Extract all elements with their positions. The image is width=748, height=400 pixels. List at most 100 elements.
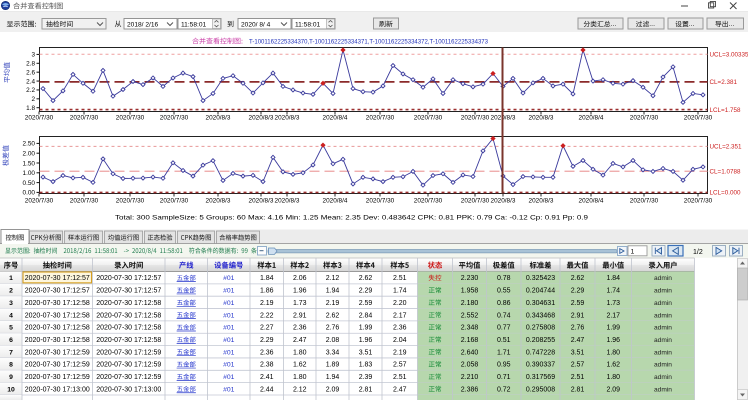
svg-text:9: 9 xyxy=(9,374,13,381)
svg-text:2.47: 2.47 xyxy=(393,386,407,393)
svg-text:2.04: 2.04 xyxy=(393,337,407,344)
svg-text:0.317569: 0.317569 xyxy=(526,374,555,381)
svg-text:1.80: 1.80 xyxy=(606,374,620,381)
svg-text:2020-07-30 17:12:58: 2020-07-30 17:12:58 xyxy=(25,325,90,332)
svg-text:1.84: 1.84 xyxy=(606,275,620,282)
svg-text:LCL=0.000: LCL=0.000 xyxy=(710,190,741,197)
svg-text:2.36: 2.36 xyxy=(293,325,307,332)
svg-text:2020/7/30: 2020/7/30 xyxy=(630,115,659,122)
svg-text:0.95: 0.95 xyxy=(497,362,511,369)
svg-text:2.36: 2.36 xyxy=(393,325,407,332)
svg-text:2.20: 2.20 xyxy=(393,300,407,307)
svg-text:2.76: 2.76 xyxy=(326,325,340,332)
svg-text:1.62: 1.62 xyxy=(293,362,307,369)
svg-text:...: ... xyxy=(729,21,735,28)
svg-text:0.390337: 0.390337 xyxy=(526,362,555,369)
svg-text:2.230: 2.230 xyxy=(461,275,479,282)
svg-text:1.94: 1.94 xyxy=(326,288,340,295)
svg-text:2020/8/3: 2020/8/3 xyxy=(249,198,274,205)
svg-text:2.62: 2.62 xyxy=(359,275,373,282)
svg-text:2.386: 2.386 xyxy=(461,386,479,393)
svg-text:2.17: 2.17 xyxy=(393,312,407,319)
svg-text:2020-07-30 17:12:58: 2020-07-30 17:12:58 xyxy=(96,325,161,332)
svg-text:CL=1.0788: CL=1.0788 xyxy=(710,168,741,175)
svg-text:3.51: 3.51 xyxy=(571,349,585,356)
svg-text:0.295008: 0.295008 xyxy=(526,386,555,393)
svg-text:admin: admin xyxy=(654,300,672,307)
svg-text:2020/8/4: 2020/8/4 xyxy=(579,115,604,122)
svg-text:2020-07-30 17:12:58: 2020-07-30 17:12:58 xyxy=(96,337,161,344)
svg-text:...: ... xyxy=(689,21,695,28)
svg-text:0.77: 0.77 xyxy=(497,325,511,332)
svg-text:admin: admin xyxy=(654,312,672,319)
svg-text:2020-07-30 17:13:00: 2020-07-30 17:13:00 xyxy=(25,386,90,393)
svg-text:2: 2 xyxy=(9,288,13,295)
svg-text:2020-07-30 17:12:57: 2020-07-30 17:12:57 xyxy=(96,275,161,282)
svg-text:2.47: 2.47 xyxy=(571,337,585,344)
svg-text:0.275808: 0.275808 xyxy=(526,325,555,332)
svg-text:#01: #01 xyxy=(223,337,235,344)
svg-text:1.96: 1.96 xyxy=(606,337,620,344)
svg-text:2.38: 2.38 xyxy=(260,362,274,369)
svg-text:0.00: 0.00 xyxy=(23,190,36,197)
svg-text:admin: admin xyxy=(654,275,672,282)
svg-text:2020/8/4: 2020/8/4 xyxy=(323,198,348,205)
svg-text:2020-07-30 17:12:58: 2020-07-30 17:12:58 xyxy=(96,300,161,307)
svg-text:8: 8 xyxy=(9,362,13,369)
svg-text:2.348: 2.348 xyxy=(461,325,479,332)
svg-text:#01: #01 xyxy=(223,275,235,282)
svg-text:admin: admin xyxy=(654,362,672,369)
svg-text:2.552: 2.552 xyxy=(461,312,479,319)
svg-text:1.96: 1.96 xyxy=(359,337,373,344)
svg-text:2.17: 2.17 xyxy=(606,312,620,319)
svg-text:1.50: 1.50 xyxy=(23,160,36,167)
svg-text:2020-07-30 17:12:58: 2020-07-30 17:12:58 xyxy=(96,312,161,319)
svg-text:2.29: 2.29 xyxy=(260,337,274,344)
svg-text:2.12: 2.12 xyxy=(293,386,307,393)
svg-text:2.4: 2.4 xyxy=(26,78,35,85)
svg-text:2.640: 2.640 xyxy=(461,349,479,356)
svg-text:2020/8/4: 2020/8/4 xyxy=(323,115,348,122)
svg-text:2.41: 2.41 xyxy=(260,374,274,381)
svg-text:2.29: 2.29 xyxy=(359,288,373,295)
svg-text:0.71: 0.71 xyxy=(497,374,511,381)
svg-text:7: 7 xyxy=(9,349,13,356)
svg-text:2.44: 2.44 xyxy=(260,386,274,393)
svg-text:#01: #01 xyxy=(223,374,235,381)
svg-text:2.2: 2.2 xyxy=(26,87,35,94)
svg-text:2020-07-30 17:12:59: 2020-07-30 17:12:59 xyxy=(96,374,161,381)
svg-text:0.747228: 0.747228 xyxy=(526,349,555,356)
svg-text:1.99: 1.99 xyxy=(359,325,373,332)
svg-text:0.50: 0.50 xyxy=(23,180,36,187)
svg-text:1.74: 1.74 xyxy=(606,288,620,295)
svg-text:2.51: 2.51 xyxy=(393,374,407,381)
svg-text:1.8: 1.8 xyxy=(26,105,35,112)
svg-text:#01: #01 xyxy=(223,349,235,356)
svg-text:1.86: 1.86 xyxy=(260,288,274,295)
svg-text:2.47: 2.47 xyxy=(293,337,307,344)
svg-text:2.36: 2.36 xyxy=(260,349,274,356)
svg-text:admin: admin xyxy=(654,325,672,332)
svg-text:1: 1 xyxy=(9,275,13,282)
svg-text:0.86: 0.86 xyxy=(497,300,511,307)
svg-text:2.22: 2.22 xyxy=(260,312,274,319)
svg-text:1.80: 1.80 xyxy=(293,374,307,381)
svg-text:2020/8/3: 2020/8/3 xyxy=(491,198,516,205)
svg-text:2.08: 2.08 xyxy=(326,337,340,344)
svg-text:2.81: 2.81 xyxy=(359,386,373,393)
svg-text:2018/ 2/16: 2018/ 2/16 xyxy=(127,21,158,28)
svg-text:admin: admin xyxy=(654,349,672,356)
svg-text:2020-07-30 17:13:00: 2020-07-30 17:13:00 xyxy=(96,386,161,393)
svg-text:0.343468: 0.343468 xyxy=(526,312,555,319)
svg-text:2.09: 2.09 xyxy=(606,386,620,393)
svg-text:2020/7/30: 2020/7/30 xyxy=(25,198,54,205)
svg-text:2.19: 2.19 xyxy=(393,349,407,356)
svg-text:2020/7/30: 2020/7/30 xyxy=(414,115,443,122)
svg-text:#01: #01 xyxy=(223,362,235,369)
svg-text:2.19: 2.19 xyxy=(260,300,274,307)
svg-text:2020/7/30: 2020/7/30 xyxy=(630,198,659,205)
svg-text:2.51: 2.51 xyxy=(393,275,407,282)
svg-text:1.84: 1.84 xyxy=(260,275,274,282)
svg-text:2.81: 2.81 xyxy=(571,386,585,393)
svg-text:2020/8/3: 2020/8/3 xyxy=(206,198,231,205)
